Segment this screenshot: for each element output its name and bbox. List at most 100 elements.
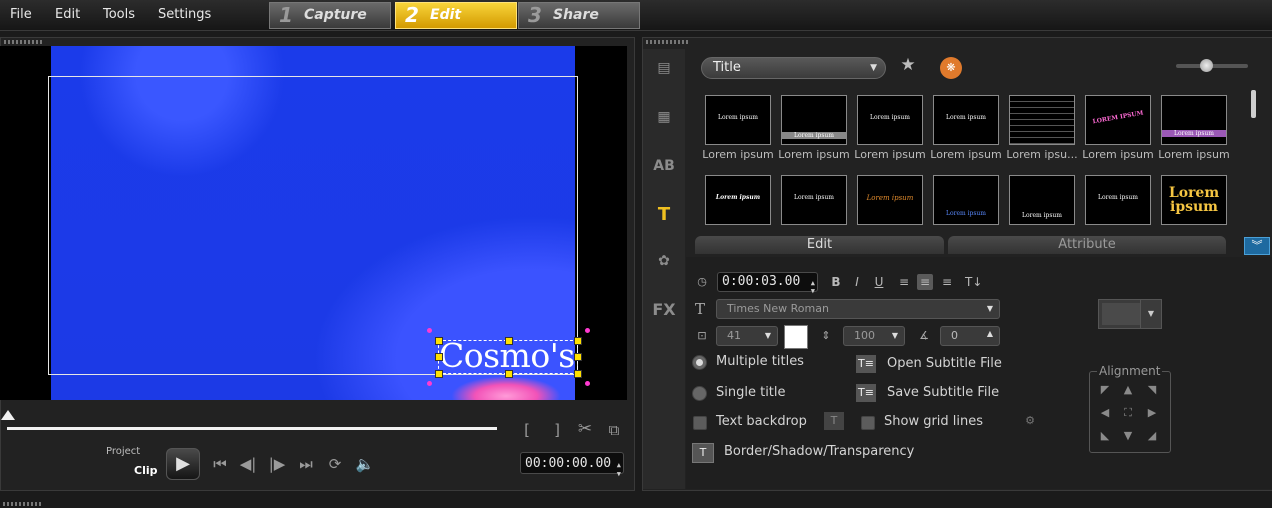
title-thumbnail[interactable]: LOREM IPSUM <box>1085 95 1151 145</box>
resize-handle[interactable] <box>435 337 443 345</box>
title-thumbnail[interactable]: Lorem ipsum <box>781 95 847 145</box>
go-start-icon[interactable]: ⏮ <box>209 455 231 473</box>
step-share[interactable]: 3 Share <box>518 2 640 29</box>
align-bottom-icon[interactable]: ▼ <box>1121 429 1135 443</box>
clip-mode-label[interactable]: Clip <box>134 464 158 477</box>
align-bottom-right-icon[interactable]: ◢ <box>1145 429 1159 443</box>
rotate-handle[interactable] <box>585 381 590 386</box>
align-left-icon[interactable]: ≡ <box>896 274 912 290</box>
text-backdrop-checkbox[interactable] <box>693 416 707 430</box>
align-right-icon[interactable]: ▶ <box>1145 406 1159 420</box>
title-thumbnail[interactable]: Lorem ipsum <box>857 95 923 145</box>
align-top-right-icon[interactable]: ◥ <box>1145 383 1159 397</box>
title-icon[interactable]: T <box>650 204 678 226</box>
resize-handle[interactable] <box>435 353 443 361</box>
mark-in-button[interactable]: [ <box>520 421 534 439</box>
font-color-swatch[interactable] <box>784 325 808 349</box>
resize-handle[interactable] <box>505 370 513 378</box>
backdrop-settings-icon[interactable]: T <box>824 412 844 430</box>
slider-thumb[interactable] <box>1200 59 1213 72</box>
text-direction-icon[interactable]: T↓ <box>965 274 982 290</box>
go-end-icon[interactable]: ⏭ <box>295 455 317 473</box>
panel-grip[interactable] <box>4 40 44 44</box>
align-center-icon[interactable]: ≡ <box>917 274 933 290</box>
border-shadow-button[interactable]: Border/Shadow/Transparency <box>724 444 914 459</box>
open-subtitle-icon[interactable]: T≡ <box>856 355 876 373</box>
line-spacing-dropdown[interactable]: 100 ▼ <box>843 326 905 346</box>
library-category-dropdown[interactable]: Title ▼ <box>701 57 886 79</box>
border-shadow-icon[interactable]: T <box>692 443 714 463</box>
align-top-icon[interactable]: ▲ <box>1121 383 1135 397</box>
filter-icon[interactable]: FX <box>650 299 678 321</box>
align-bottom-left-icon[interactable]: ◣ <box>1098 429 1112 443</box>
repeat-icon[interactable]: ⟳ <box>324 455 346 473</box>
title-thumbnail[interactable]: Lorem ipsum <box>1161 175 1227 225</box>
style-color-dropdown[interactable]: ▼ <box>1098 299 1162 329</box>
mark-out-button[interactable]: ] <box>550 421 564 439</box>
align-top-left-icon[interactable]: ◤ <box>1098 383 1112 397</box>
project-mode-label[interactable]: Project <box>106 446 140 457</box>
bold-button[interactable]: B <box>828 274 844 290</box>
title-thumbnail[interactable]: Lorem ipsum <box>1009 175 1075 225</box>
next-frame-icon[interactable]: |▶ <box>266 455 288 473</box>
tab-edit[interactable]: Edit <box>695 236 944 254</box>
rotate-handle[interactable] <box>427 328 432 333</box>
resize-handle[interactable] <box>574 370 582 378</box>
title-thumbnail[interactable]: Lorem ipsum <box>1161 95 1227 145</box>
show-grid-label[interactable]: Show grid lines <box>884 414 983 429</box>
title-thumbnail[interactable]: Lorem ipsum <box>705 95 771 145</box>
single-title-radio[interactable] <box>692 386 707 401</box>
previous-frame-icon[interactable]: ◀| <box>237 455 259 473</box>
font-size-dropdown[interactable]: 41 ▼ <box>716 326 778 346</box>
resize-handle[interactable] <box>574 353 582 361</box>
grid-settings-icon[interactable]: ⚙ <box>1018 412 1042 430</box>
show-grid-checkbox[interactable] <box>861 416 875 430</box>
spin-down-icon[interactable]: ▼ <box>617 463 621 485</box>
text-backdrop-label[interactable]: Text backdrop <box>716 414 807 429</box>
transition-icon[interactable]: AB <box>650 155 678 177</box>
menu-tools[interactable]: Tools <box>103 7 135 22</box>
spin-up-icon[interactable]: ▲ <box>987 325 993 343</box>
scrubber-track[interactable] <box>7 427 497 430</box>
save-subtitle-icon[interactable]: T≡ <box>856 384 876 402</box>
align-center-icon[interactable]: ⛶ <box>1121 406 1135 420</box>
title-thumbnail[interactable]: Lorem ipsum <box>781 175 847 225</box>
step-edit[interactable]: 2 Edit <box>395 2 517 29</box>
step-capture[interactable]: 1 Capture <box>269 2 391 29</box>
multiple-titles-label[interactable]: Multiple titles <box>716 354 804 369</box>
resize-handle[interactable] <box>574 337 582 345</box>
graphic-icon[interactable]: ✿ <box>650 250 678 272</box>
resize-handle[interactable] <box>435 370 443 378</box>
menu-edit[interactable]: Edit <box>55 7 80 22</box>
align-left-icon[interactable]: ◀ <box>1098 406 1112 420</box>
collapse-options-button[interactable]: ︾ <box>1244 237 1270 255</box>
rotate-handle[interactable] <box>427 381 432 386</box>
spin-down-icon[interactable]: ▼ <box>811 282 815 300</box>
italic-button[interactable]: I <box>849 274 865 290</box>
rotate-handle[interactable] <box>585 328 590 333</box>
preview-timecode[interactable]: 00:00:00.00 ▲ ▼ <box>520 452 624 478</box>
single-title-label[interactable]: Single title <box>716 385 786 400</box>
cut-icon[interactable]: ✂ <box>574 420 596 438</box>
title-thumbnail[interactable]: Lorem ipsum <box>933 175 999 225</box>
title-thumbnail[interactable] <box>1009 95 1075 145</box>
title-thumbnail[interactable]: Lorem ipsum <box>1085 175 1151 225</box>
enlarge-preview-icon[interactable]: ⧉ <box>604 421 624 439</box>
volume-icon[interactable]: 🔈 <box>354 455 376 473</box>
menu-settings[interactable]: Settings <box>158 7 211 22</box>
cookie-icon[interactable]: ❋ <box>940 57 962 79</box>
title-thumbnail[interactable]: Lorem ipsum <box>933 95 999 145</box>
tab-attribute[interactable]: Attribute <box>948 236 1226 254</box>
instant-project-icon[interactable]: ▦ <box>650 106 678 128</box>
underline-button[interactable]: U <box>871 274 887 290</box>
media-icon[interactable]: ▤ <box>650 57 678 79</box>
menu-file[interactable]: File <box>10 7 32 22</box>
title-thumbnail[interactable]: Lorem ipsum <box>857 175 923 225</box>
rotation-field[interactable]: 0 ▲ <box>940 326 1000 346</box>
resize-handle[interactable] <box>505 337 513 345</box>
play-button[interactable]: ▶ <box>166 448 200 480</box>
title-thumbnail[interactable]: Lorem ipsum <box>705 175 771 225</box>
library-scrollbar[interactable] <box>1251 90 1256 118</box>
favorite-add-icon[interactable]: ★ <box>898 56 918 74</box>
align-right-icon[interactable]: ≡ <box>939 274 955 290</box>
